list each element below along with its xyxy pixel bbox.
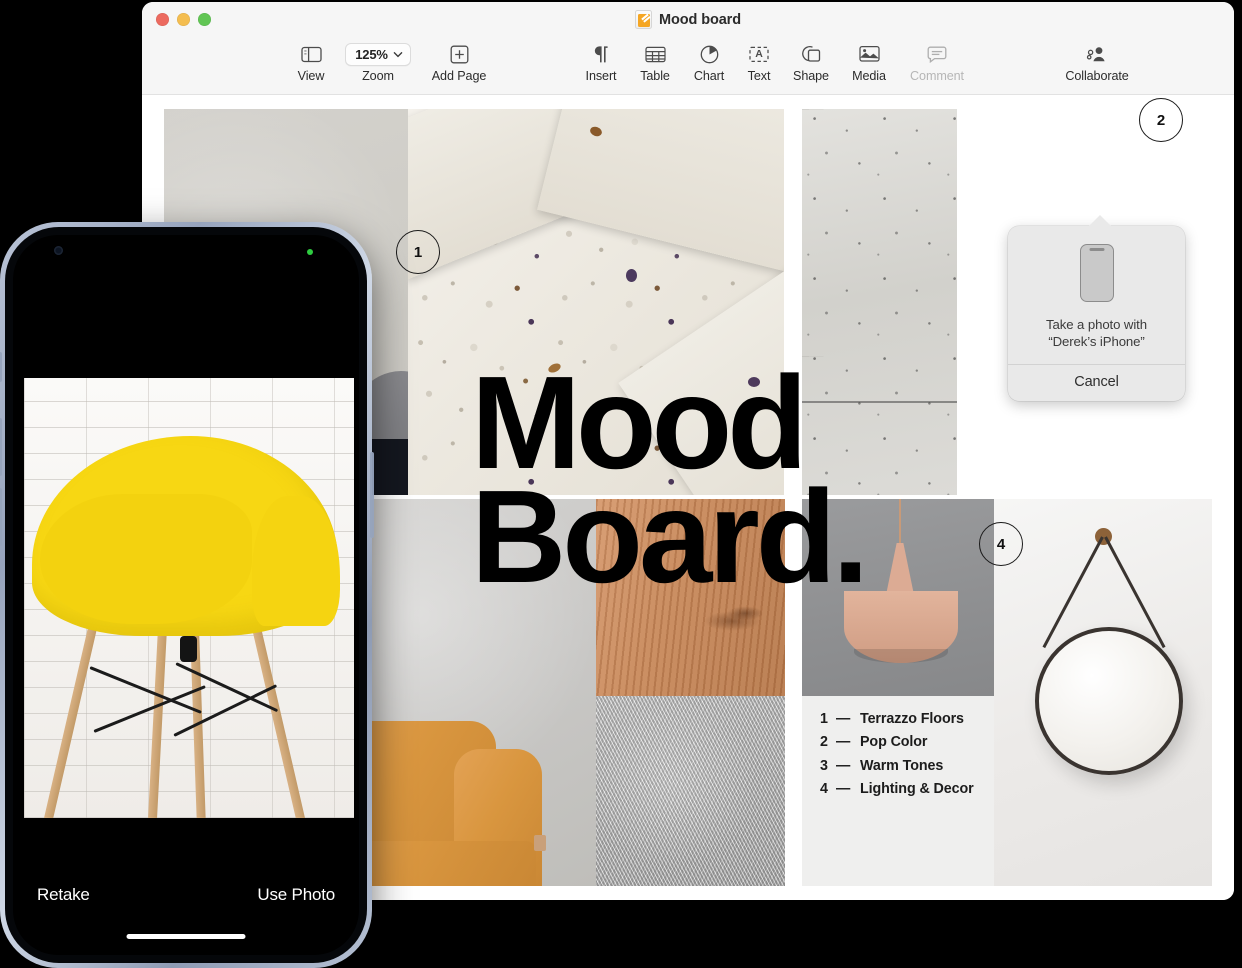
pilcrow-icon	[593, 42, 610, 66]
ring-silent-switch[interactable]	[0, 352, 2, 382]
screenshot-stage: Mood board View 125% Zoom Add Page Inser…	[0, 0, 1242, 968]
toolbar-comment-button: Comment	[894, 42, 980, 83]
cancel-button[interactable]: Cancel	[1008, 365, 1185, 401]
iphone-screen[interactable]: Retake Use Photo	[13, 235, 359, 955]
legend-number: 3	[820, 757, 828, 774]
plus-square-icon	[450, 42, 469, 66]
table-icon	[644, 42, 666, 66]
green-recording-dot	[307, 249, 313, 255]
legend-label: Terrazzo Floors	[860, 711, 964, 727]
window-title: Mood board	[142, 10, 1234, 29]
text-box-icon: A	[749, 42, 769, 66]
chevron-down-icon	[393, 51, 403, 57]
legend-number: 4	[820, 780, 828, 797]
grey-fur-rug-photo[interactable]	[596, 696, 785, 886]
toolbar-shape-label: Shape	[793, 69, 829, 83]
app-toolbar: View 125% Zoom Add Page Insert Table Cha…	[142, 38, 1234, 95]
toolbar-zoom-label: Zoom	[362, 69, 394, 83]
pendant-lamp-photo[interactable]	[802, 499, 994, 696]
popover-arrow	[1089, 215, 1111, 226]
badge-marker-4[interactable]: 4	[979, 522, 1023, 566]
toolbar-comment-label: Comment	[910, 69, 964, 83]
popover-message-line-2: “Derek’s iPhone”	[1048, 334, 1145, 350]
retake-button[interactable]: Retake	[37, 885, 90, 905]
badge-number: 1	[413, 243, 423, 261]
wood-grain-photo[interactable]	[596, 499, 785, 696]
shapes-icon	[801, 42, 821, 66]
legend-row: 3 — Warm Tones	[820, 755, 974, 778]
iphone-device: Retake Use Photo	[0, 222, 374, 968]
collaborate-icon	[1086, 42, 1108, 66]
popover-body: Take a photo with “Derek’s iPhone”	[1008, 226, 1185, 364]
toolbar-collaborate-label: Collaborate	[1065, 69, 1129, 83]
toolbar-add-page-label: Add Page	[431, 69, 487, 83]
badge-marker-2[interactable]: 2	[1139, 98, 1183, 142]
continuity-camera-popover: Take a photo with “Derek’s iPhone” Cance…	[1008, 215, 1185, 401]
zoom-level-value: 125%	[355, 46, 388, 62]
badge-number: 4	[996, 535, 1006, 553]
legend-dash: —	[836, 734, 851, 751]
legend-row: 4 — Lighting & Decor	[820, 778, 974, 801]
legend-dash: —	[836, 780, 851, 797]
toolbar-view-label: View	[297, 69, 325, 83]
window-title-text: Mood board	[659, 11, 741, 28]
yellow-eames-chair-photo[interactable]	[24, 378, 354, 818]
front-camera-icon	[54, 246, 63, 255]
legend-label: Pop Color	[860, 734, 928, 751]
terrazzo-slab-photo[interactable]	[408, 109, 784, 495]
legend-dash: —	[836, 757, 851, 774]
legend-row: 1 — Terrazzo Floors	[820, 708, 974, 731]
iphone-glyph-icon	[1079, 244, 1114, 302]
zoom-value-pill[interactable]: 125%	[345, 42, 411, 66]
volume-down-button[interactable]	[0, 488, 2, 546]
pages-document-icon	[635, 10, 653, 29]
home-indicator[interactable]	[126, 934, 246, 939]
use-photo-button[interactable]: Use Photo	[257, 885, 335, 905]
comment-icon	[927, 42, 947, 66]
round-mirror-photo[interactable]	[994, 499, 1212, 886]
popover-message: Take a photo with “Derek’s iPhone”	[1020, 316, 1173, 351]
plaster-wall-sofa-photo[interactable]	[370, 499, 596, 886]
badge-marker-1[interactable]: 1	[396, 230, 440, 274]
popover-message-line-1: Take a photo with	[1046, 317, 1147, 332]
legend-number: 1	[820, 711, 828, 727]
toolbar-media-label: Media	[852, 69, 886, 83]
volume-up-button[interactable]	[0, 418, 2, 476]
toolbar-format-button[interactable]: Format	[1217, 42, 1234, 83]
legend-label: Lighting & Decor	[860, 780, 974, 797]
side-power-button[interactable]	[370, 452, 374, 538]
concrete-wall-photo[interactable]	[802, 109, 957, 495]
legend-dash: —	[836, 711, 851, 727]
sidebar-icon	[300, 42, 322, 66]
toolbar-add-page-button[interactable]: Add Page	[416, 42, 502, 83]
badge-number: 2	[1156, 111, 1166, 129]
legend-number: 2	[820, 734, 828, 751]
iphone-notch	[110, 235, 262, 265]
toolbar-text-label: Text	[747, 69, 771, 83]
window-titlebar[interactable]: Mood board	[142, 2, 1234, 38]
legend-list: 1 — Terrazzo Floors 2 — Pop Color 3 — Wa…	[820, 708, 974, 801]
legend-row: 2 — Pop Color	[820, 731, 974, 754]
photo-preview-controls: Retake Use Photo	[13, 870, 359, 920]
toolbar-collaborate-button[interactable]: Collaborate	[1054, 42, 1140, 83]
media-image-icon	[858, 42, 880, 66]
toolbar-zoom-control[interactable]: 125% Zoom	[335, 42, 421, 83]
legend-label: Warm Tones	[860, 757, 944, 774]
